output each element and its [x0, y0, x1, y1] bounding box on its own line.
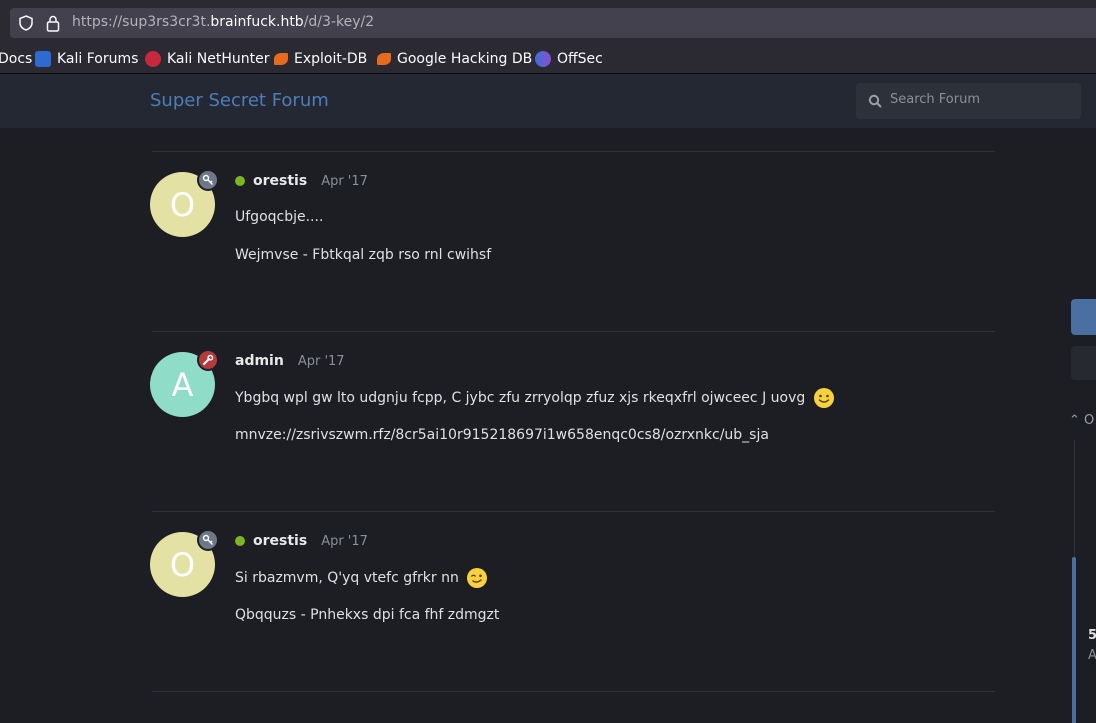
bookmark-exploit-db[interactable]: Exploit-DB: [274, 50, 367, 68]
bookmark-label: Kali Forums: [57, 51, 139, 67]
forum-header: Super Secret Forum: [0, 74, 1096, 128]
timeline-original-post[interactable]: ⌃ O: [1069, 413, 1094, 428]
post-divider: [152, 151, 995, 152]
google-hacking-db-icon: [377, 53, 391, 65]
bookmark-label: Exploit-DB: [294, 51, 368, 67]
url-host: brainfuck.htb: [210, 14, 304, 30]
reply-button[interactable]: [1071, 299, 1096, 335]
bookmark-label: Kali NetHunter: [167, 51, 270, 67]
search-icon: [868, 94, 882, 108]
post-text: Qbqquzs - Pnhekxs dpi fca fhf zdmgzt: [235, 607, 500, 623]
post-date[interactable]: Apr '17: [321, 534, 368, 549]
kali-forums-icon: [35, 51, 51, 67]
bookmark-kali-nethunter[interactable]: Kali NetHunter: [145, 50, 269, 68]
post-author[interactable]: orestis: [253, 173, 307, 189]
search-input[interactable]: [890, 92, 1070, 107]
follow-button[interactable]: [1071, 346, 1096, 380]
post-text-line: Ybgbq wpl gw lto udgnju fcpp, C jybc zfu…: [235, 387, 835, 409]
shield-icon[interactable]: [18, 15, 34, 31]
bookmark-docs[interactable]: Docs: [0, 50, 32, 68]
timeline-position: 5: [1088, 628, 1096, 643]
bookmarks-bar: Docs Kali Forums Kali NetHunter Exploit-…: [0, 45, 1096, 74]
timeline-track: [1074, 440, 1075, 560]
browser-toolbar: https://sup3rs3cr3t.brainfuck.htb/d/3-ke…: [0, 0, 1096, 45]
timeline-label: O: [1084, 413, 1095, 428]
post-divider: [152, 511, 995, 512]
url-prefix: https://sup3rs3cr3t.: [72, 14, 211, 30]
post-text: Ybgbq wpl gw lto udgnju fcpp, C jybc zfu…: [235, 390, 806, 406]
kali-nethunter-icon: [145, 51, 161, 67]
lock-icon[interactable]: [45, 14, 61, 32]
timeline-scrubber[interactable]: [1072, 557, 1076, 723]
avatar-letter: O: [169, 545, 196, 584]
post-meta: orestis Apr '17: [235, 173, 368, 189]
url-path: /d/3-key/2: [303, 14, 375, 30]
wink-emoji-icon: [467, 568, 488, 588]
bookmark-kali-forums[interactable]: Kali Forums: [35, 50, 138, 68]
offsec-icon: [535, 51, 551, 67]
timeline-date: A: [1088, 648, 1096, 663]
url-text[interactable]: https://sup3rs3cr3t.brainfuck.htb/d/3-ke…: [72, 14, 374, 30]
bookmark-label: OffSec: [557, 51, 603, 67]
bookmark-google-hacking-db[interactable]: Google Hacking DB: [377, 50, 532, 68]
double-chevron-up-icon: ⌃: [1069, 413, 1080, 428]
post-meta: admin Apr '17: [235, 353, 345, 369]
key-icon: [197, 169, 219, 191]
avatar-letter: O: [169, 185, 196, 224]
bookmark-offsec[interactable]: OffSec: [535, 50, 603, 68]
post-text: mnvze://zsrivszwm.rfz/8cr5ai10r915218697…: [235, 427, 769, 443]
post-text-line: Si rbazmvm, Q'yq vtefc gfrkr nn: [235, 567, 488, 589]
exploit-db-icon: [274, 53, 288, 65]
smile-emoji-icon: [813, 388, 834, 408]
post-text: Ufgoqcbje....: [235, 209, 324, 225]
post-text: Si rbazmvm, Q'yq vtefc gfrkr nn: [235, 570, 459, 586]
online-indicator: [235, 176, 245, 186]
post-divider: [152, 691, 995, 692]
post-author[interactable]: admin: [235, 353, 284, 369]
post-author[interactable]: orestis: [253, 533, 307, 549]
post-text: Wejmvse - Fbtkqal zqb rso rnl cwihsf: [235, 247, 492, 263]
post-meta: orestis Apr '17: [235, 533, 368, 549]
post-divider: [152, 331, 995, 332]
bookmark-label: Google Hacking DB: [397, 51, 533, 67]
wrench-icon: [197, 349, 219, 371]
post-date[interactable]: Apr '17: [298, 354, 345, 369]
forum-title[interactable]: Super Secret Forum: [150, 90, 329, 111]
search-box[interactable]: [856, 83, 1081, 119]
post-date[interactable]: Apr '17: [321, 174, 368, 189]
avatar-letter: A: [171, 365, 194, 404]
online-indicator: [235, 536, 245, 546]
bookmark-label: Docs: [0, 51, 33, 67]
key-icon: [197, 529, 219, 551]
